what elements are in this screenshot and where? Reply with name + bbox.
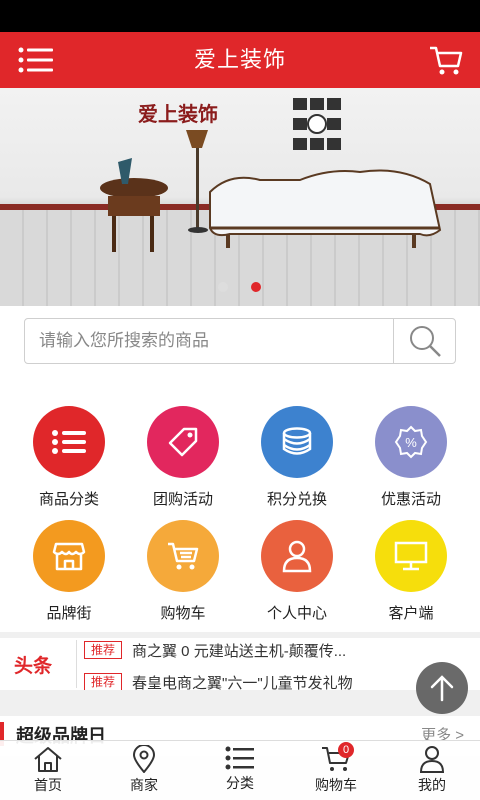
list-icon [33, 406, 105, 478]
category-label: 团购活动 [152, 491, 213, 508]
page-title: 爱上装饰 [193, 47, 286, 72]
category-grid: 商品分类 团购活动 积分兑换 % 优惠活动 品牌街 购物车 个人中心 客户端 [0, 398, 480, 632]
tab-label: 分类 [226, 775, 254, 791]
tab-cart[interactable]: 0 购物车 [288, 741, 384, 800]
category-group-buy[interactable]: 团购活动 [126, 406, 240, 520]
category-points[interactable]: 积分兑换 [240, 406, 354, 520]
headline-text: 春皇电商之翼"六一"儿童节发礼物 [132, 674, 353, 691]
user-icon [419, 746, 445, 773]
search-area [0, 306, 480, 398]
category-label: 购物车 [160, 605, 206, 622]
category-label: 商品分类 [38, 491, 99, 508]
category-discount[interactable]: % 优惠活动 [354, 406, 468, 520]
app-header: 爱上装饰 [0, 32, 480, 88]
tab-label: 购物车 [315, 777, 357, 793]
banner-illustration [100, 98, 442, 252]
location-icon [132, 745, 156, 773]
cart-icon [430, 46, 463, 75]
tab-label: 我的 [418, 777, 446, 793]
headline-text: 商之翼 0 元建站送主机-颠覆传... [132, 642, 347, 660]
cart-count-badge: 0 [338, 742, 354, 758]
carousel-dot-2[interactable] [251, 282, 261, 292]
back-to-top-button[interactable] [416, 662, 468, 714]
bottom-tab-bar: 首页 商家 分类 0 购物车 我的 [0, 740, 480, 800]
category-client[interactable]: 客户端 [354, 520, 468, 634]
svg-text:%: % [405, 435, 417, 450]
headline-badge: 推荐 [84, 641, 123, 659]
arrow-up-icon [430, 675, 454, 702]
category-label: 优惠活动 [380, 491, 441, 508]
category-label: 客户端 [388, 605, 434, 622]
tag-icon [147, 406, 219, 478]
home-icon [34, 747, 62, 772]
headline-tag: 头条 [14, 656, 53, 677]
headline-divider [76, 640, 77, 688]
category-label: 品牌街 [46, 605, 92, 622]
search-icon [409, 326, 441, 357]
tab-merchants[interactable]: 商家 [96, 741, 192, 800]
category-label: 积分兑换 [266, 491, 327, 508]
status-bar [0, 0, 480, 32]
cart-icon [147, 520, 219, 592]
category-label: 个人中心 [266, 605, 327, 622]
headline-item[interactable]: 推荐 春皇电商之翼"六一"儿童节发礼物 [84, 672, 440, 690]
tab-label: 首页 [34, 777, 62, 793]
monitor-icon [375, 520, 447, 592]
headline-ticker[interactable]: 头条 推荐 商之翼 0 元建站送主机-颠覆传... 推荐 春皇电商之翼"六一"儿… [0, 638, 480, 690]
user-icon [261, 520, 333, 592]
header-cart-button[interactable] [428, 44, 464, 76]
carousel-dot-1[interactable] [218, 282, 228, 292]
category-user-center[interactable]: 个人中心 [240, 520, 354, 634]
search-input[interactable] [25, 319, 395, 363]
tab-label: 商家 [130, 777, 158, 793]
search-button[interactable] [393, 319, 455, 363]
category-brand-street[interactable]: 品牌街 [12, 520, 126, 634]
tab-profile[interactable]: 我的 [384, 741, 480, 800]
list-icon [225, 746, 254, 770]
discount-icon: % [375, 406, 447, 478]
category-cart[interactable]: 购物车 [126, 520, 240, 634]
coins-icon [261, 406, 333, 478]
headline-badge: 推荐 [84, 673, 123, 690]
headline-item[interactable]: 推荐 商之翼 0 元建站送主机-颠覆传... [84, 640, 440, 660]
tab-home[interactable]: 首页 [0, 741, 96, 800]
promo-banner[interactable]: 爱上装饰 [0, 88, 480, 306]
shop-icon [33, 520, 105, 592]
tab-categories[interactable]: 分类 [192, 741, 288, 800]
search-box [24, 318, 456, 364]
category-products[interactable]: 商品分类 [12, 406, 126, 520]
